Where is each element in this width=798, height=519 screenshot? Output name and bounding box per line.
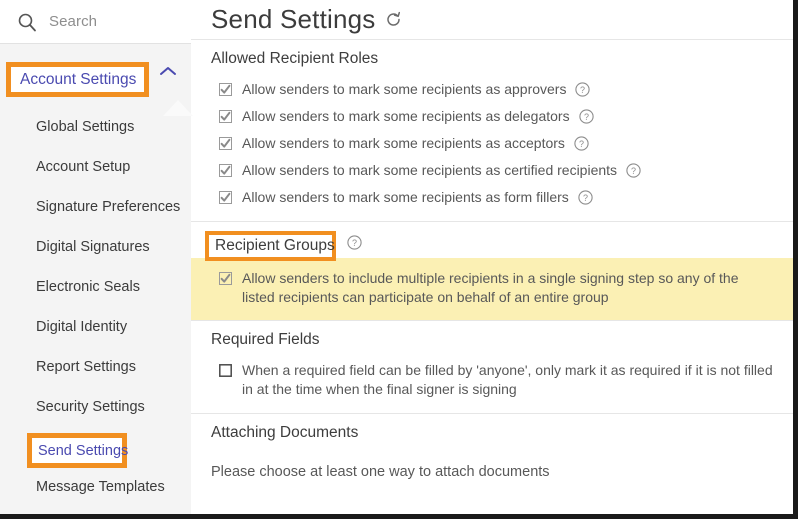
sidebar-item-label: Account Setup xyxy=(36,159,131,175)
sidebar-item-label: Digital Signatures xyxy=(36,239,150,255)
sidebar-item-electronic-seals[interactable]: Electronic Seals xyxy=(0,267,191,307)
help-icon[interactable]: ? xyxy=(626,163,641,178)
highlighted-option-block: Allow senders to include multiple recipi… xyxy=(191,258,793,320)
sidebar-item-report-settings[interactable]: Report Settings xyxy=(0,347,191,387)
sidebar-item-label: Message Templates xyxy=(36,479,165,495)
svg-text:?: ? xyxy=(584,112,589,122)
svg-text:?: ? xyxy=(580,85,585,95)
sidebar-item-label: Report Settings xyxy=(36,359,136,375)
attaching-documents-note: Please choose at least one way to attach… xyxy=(211,464,550,480)
page-title: Send Settings xyxy=(191,0,793,39)
sidebar-item-digital-identity[interactable]: Digital Identity xyxy=(0,307,191,347)
option-label: Allow senders to mark some recipients as… xyxy=(242,108,570,124)
app-window: Search Account Settings Account Settings… xyxy=(0,0,798,519)
option-row[interactable]: Allow senders to mark some recipients as… xyxy=(191,76,793,103)
option-label: Allow senders to mark some recipients as… xyxy=(242,189,569,205)
search-placeholder: Search xyxy=(49,13,98,30)
help-icon[interactable]: ? xyxy=(578,109,594,124)
recipient-groups-highlight-box[interactable]: Recipient Groups xyxy=(205,231,336,261)
help-icon[interactable]: ? xyxy=(574,136,589,151)
checkbox-checked-icon[interactable] xyxy=(219,83,232,96)
option-row[interactable]: Allow senders to mark some recipients as… xyxy=(191,184,793,211)
sidebar-item-digital-signatures[interactable]: Digital Signatures xyxy=(0,227,191,267)
svg-text:?: ? xyxy=(352,238,357,248)
section-attaching-documents: Attaching Documents Please choose at lea… xyxy=(191,414,793,480)
option-row[interactable]: Allow senders to mark some recipients as… xyxy=(191,130,793,157)
sidebar-item-label: Signature Preferences xyxy=(36,199,181,215)
sidebar: Search Account Settings Account Settings… xyxy=(0,0,193,514)
sidebar-item-account-setup[interactable]: Account Setup xyxy=(0,147,191,187)
checkbox-checked-icon[interactable] xyxy=(219,191,232,204)
sidebar-item-label: Global Settings xyxy=(36,119,135,135)
svg-text:?: ? xyxy=(631,166,636,176)
checkbox-unchecked-icon[interactable] xyxy=(219,364,232,377)
sidebar-item-label: Security Settings xyxy=(36,399,145,415)
group-pointer-triangle xyxy=(163,100,193,116)
checkbox-checked-icon[interactable] xyxy=(219,110,232,123)
help-icon[interactable]: ? xyxy=(578,190,593,205)
section-heading: Attaching Documents xyxy=(211,424,359,441)
sidebar-item-signature-preferences[interactable]: Signature Preferences xyxy=(0,187,191,227)
sidebar-item-label: Digital Identity xyxy=(36,319,128,335)
section-required-fields: Required Fields When a required field ca… xyxy=(191,321,793,413)
main-content: Send Settings Allowed Recipient Roles Al… xyxy=(191,0,793,514)
send-settings-label: Send Settings xyxy=(38,442,129,459)
sidebar-item-label: Electronic Seals xyxy=(36,279,140,295)
checkbox-checked-icon[interactable] xyxy=(219,164,232,177)
section-heading: Required Fields xyxy=(211,331,320,348)
option-label: Allow senders to include multiple recipi… xyxy=(242,270,739,305)
option-row[interactable]: Allow senders to include multiple recipi… xyxy=(191,265,793,311)
svg-text:?: ? xyxy=(583,193,588,203)
option-label: When a required field can be filled by '… xyxy=(242,362,773,397)
section-heading: Allowed Recipient Roles xyxy=(211,50,379,67)
option-label: Allow senders to mark some recipients as… xyxy=(242,81,567,97)
option-label: Allow senders to mark some recipients as… xyxy=(242,135,565,151)
recipient-groups-label: Recipient Groups xyxy=(215,237,335,254)
option-row[interactable]: When a required field can be filled by '… xyxy=(191,357,793,403)
svg-text:?: ? xyxy=(579,139,584,149)
checkbox-checked-icon[interactable] xyxy=(219,272,232,285)
help-icon[interactable]: ? xyxy=(575,82,591,97)
account-settings-label: Account Settings xyxy=(20,70,137,88)
checkbox-checked-icon[interactable] xyxy=(219,137,232,150)
option-row[interactable]: Allow senders to mark some recipients as… xyxy=(191,157,793,184)
option-row[interactable]: Allow senders to mark some recipients as… xyxy=(191,103,793,130)
help-icon[interactable]: ? xyxy=(347,234,362,250)
section-allowed-recipient-roles: Allowed Recipient Roles Allow senders to… xyxy=(191,40,793,221)
send-settings-highlight-box[interactable]: Send Settings xyxy=(27,433,129,468)
search-icon xyxy=(17,12,37,32)
refresh-icon[interactable] xyxy=(385,11,402,28)
account-settings-highlight-box[interactable]: Account Settings xyxy=(6,62,149,97)
chevron-up-icon[interactable] xyxy=(159,64,177,76)
sidebar-item-security-settings[interactable]: Security Settings xyxy=(0,387,191,427)
page-title-text: Send Settings xyxy=(211,4,376,34)
search-input[interactable]: Search xyxy=(0,0,191,44)
option-label: Allow senders to mark some recipients as… xyxy=(242,162,618,178)
sidebar-item-message-templates[interactable]: Message Templates xyxy=(0,467,191,507)
